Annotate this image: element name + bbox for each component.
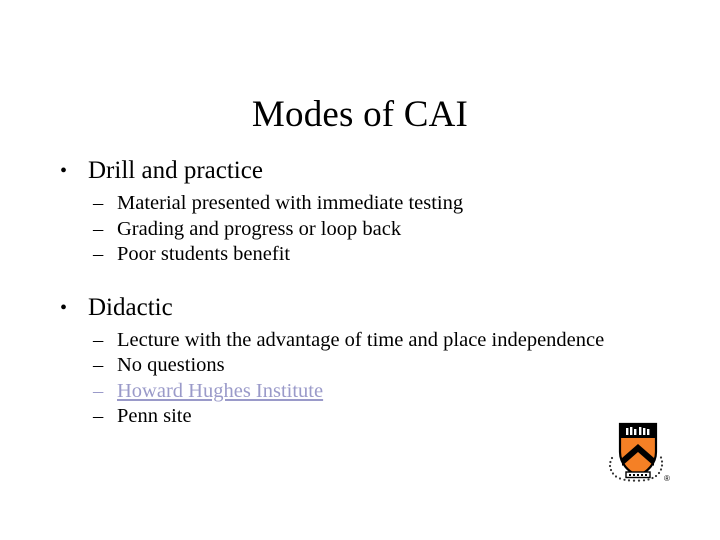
sub-bullet-item: – Lecture with the advantage of time and… <box>52 328 652 353</box>
sub-bullet-item: – Grading and progress or loop back <box>52 217 652 242</box>
sub-bullet-label: Poor students benefit <box>117 243 291 265</box>
sub-bullet-dash-icon: – <box>93 354 104 376</box>
content-section-didactic: • Didactic – Lecture with the advantage … <box>52 293 652 429</box>
sub-bullet-label: No questions <box>117 354 225 376</box>
sub-bullet-item: – No questions <box>52 353 652 378</box>
sub-bullet-dash-icon: – <box>93 405 104 427</box>
sub-bullet-dash-icon: – <box>93 328 104 351</box>
content-section-drill-and-practice: • Drill and practice – Material presente… <box>52 156 652 267</box>
sub-bullet-item: – Poor students benefit <box>52 242 652 267</box>
bullet-dot-icon: • <box>60 160 68 182</box>
sub-bullet-item-hyperlink[interactable]: – Howard Hughes Institute <box>52 379 652 404</box>
registered-trademark-mark: ® <box>664 474 670 483</box>
slide: Modes of CAI • Drill and practice – Mate… <box>0 0 720 540</box>
bullet-label: Didactic <box>88 293 173 321</box>
slide-body: • Drill and practice – Material presente… <box>52 156 652 439</box>
bullet-item-drill-and-practice: • Drill and practice <box>52 156 652 186</box>
sub-bullet-dash-icon: – <box>93 192 104 214</box>
sub-bullet-label: Penn site <box>117 405 192 427</box>
sub-bullet-item: – Material presented with immediate test… <box>52 191 652 216</box>
sub-bullet-label: Material presented with immediate testin… <box>117 192 464 214</box>
sub-bullet-label: Lecture with the advantage of time and p… <box>117 328 605 351</box>
sub-bullet-dash-icon: – <box>93 379 104 402</box>
sub-bullet-dash-icon: – <box>93 217 104 240</box>
hyperlink-howard-hughes-institute[interactable]: Howard Hughes Institute <box>117 380 323 402</box>
bullet-item-didactic: • Didactic <box>52 293 652 323</box>
sub-bullet-item: – Penn site <box>52 404 652 429</box>
sub-bullet-label: Grading and progress or loop back <box>117 217 402 240</box>
bullet-label: Drill and practice <box>88 157 263 184</box>
bullet-dot-icon: • <box>60 296 68 319</box>
sub-bullet-dash-icon: – <box>93 243 104 265</box>
princeton-university-shield-logo: ® <box>600 408 676 490</box>
sub-bullet-list-drill-and-practice: – Material presented with immediate test… <box>52 191 652 267</box>
page-title: Modes of CAI <box>251 93 469 135</box>
sub-bullet-list-didactic: – Lecture with the advantage of time and… <box>52 328 652 429</box>
